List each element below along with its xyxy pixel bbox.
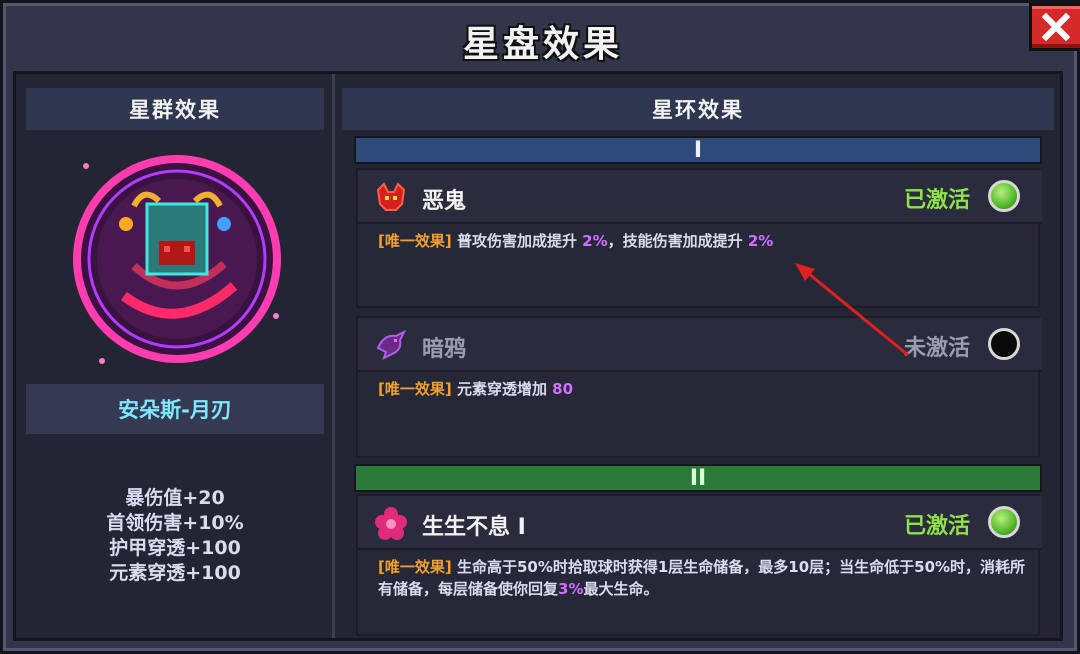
tier-1-bar: I [354,136,1042,164]
close-icon [1041,12,1071,42]
flower-icon [375,507,407,540]
effect-description: [唯一效果] 普攻伤害加成提升 2%，技能伤害加成提升 2% [378,230,1028,252]
star-chart-window: 星盘效果 星群效果 安朵斯-月刃 暴伤值+20 首领伤害+10% 护甲穿透+10… [0,0,1080,654]
stat-armor-pen: 护甲穿透+100 [109,537,241,559]
constellation-emblem-icon [73,155,281,364]
desc-text: 普攻伤害加成提升 [451,232,583,250]
effect-status: 已激活 [903,188,970,213]
effect-card-demon[interactable]: 恶鬼 已激活 [唯一效果] 普攻伤害加成提升 2%，技能伤害加成提升 2% [356,168,1042,308]
desc-value: 80 [552,380,574,398]
desc-text: 生命高于50%时拾取球时获得1层生命储备，最多10层；当生命低于50%时，消耗所… [378,558,1026,598]
effect-name: 暗鸦 [422,337,467,362]
effect-status: 已激活 [903,514,970,539]
card-header: 暗鸦 未激活 [358,318,1042,372]
stat-boss-damage: 首领伤害+10% [106,512,244,534]
status-indicator-active [988,180,1020,212]
unique-effect-tag: [唯一效果] [378,558,452,576]
desc-text: ，技能伤害加成提升 [607,232,748,250]
crow-icon [376,329,407,360]
card-header: 生生不息 I 已激活 [358,496,1042,550]
window-title: 星盘效果 [462,24,623,65]
stat-elemental-pen: 元素穿透+100 [109,562,241,584]
desc-value: 2% [747,232,774,250]
card-header: 恶鬼 已激活 [358,170,1042,224]
status-indicator-active [988,506,1020,538]
effect-name: 恶鬼 [422,189,467,214]
ring-effects-header: 星环效果 [342,88,1054,130]
effect-description: [唯一效果] 元素穿透增加 80 [378,378,1028,400]
constellation-name: 安朵斯-月刃 [26,384,324,434]
desc-text: 元素穿透增加 [451,380,553,398]
desc-text: 最大生命。 [583,580,659,598]
effect-card-endless-life[interactable]: 生生不息 I 已激活 [唯一效果] 生命高于50%时拾取球时获得1层生命储备，最… [356,494,1042,636]
effect-status: 未激活 [903,336,970,361]
content-panel: 星群效果 安朵斯-月刃 暴伤值+20 首领伤害+10% 护甲穿透+100 元素穿… [13,71,1063,641]
tier-2-bar: II [354,464,1042,492]
unique-effect-tag: [唯一效果] [378,380,452,398]
constellation-stats: 暴伤值+20 首领伤害+10% 护甲穿透+100 元素穿透+100 [26,486,324,586]
demon-icon [376,182,406,211]
desc-value: 2% [582,232,608,250]
effect-name: 生生不息 I [422,515,526,540]
desc-value: 3% [558,580,584,598]
effect-card-crow[interactable]: 暗鸦 未激活 [唯一效果] 元素穿透增加 80 [356,316,1042,458]
unique-effect-tag: [唯一效果] [378,232,452,250]
status-indicator-inactive [988,328,1020,360]
stat-crit-damage: 暴伤值+20 [125,487,225,509]
panel-divider [332,74,335,638]
constellation-effects-header: 星群效果 [26,88,324,130]
close-button[interactable] [1029,3,1080,51]
effect-description: [唯一效果] 生命高于50%时拾取球时获得1层生命储备，最多10层；当生命低于5… [378,556,1028,600]
